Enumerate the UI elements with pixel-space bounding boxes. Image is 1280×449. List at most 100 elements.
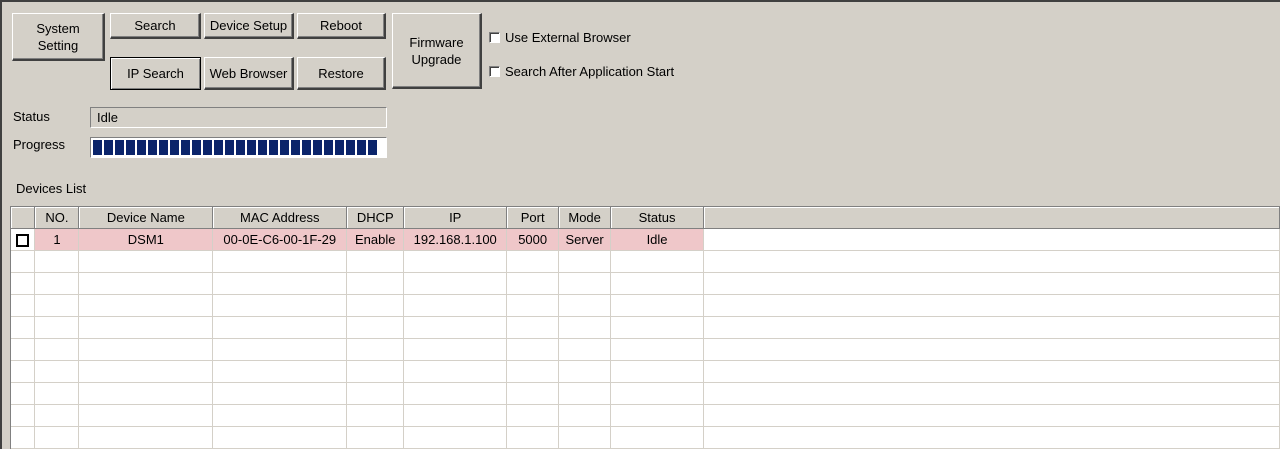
firmware-upgrade-button[interactable]: Firmware Upgrade [392, 13, 482, 89]
col-header-ip[interactable]: IP [403, 207, 508, 229]
search-after-start-checkbox[interactable] [489, 66, 500, 77]
restore-label: Restore [318, 65, 364, 81]
cell-status: Idle [610, 228, 704, 251]
empty-cell [78, 382, 214, 405]
empty-cell [403, 382, 508, 405]
empty-cell [78, 338, 214, 361]
col-header-no[interactable]: NO. [34, 207, 80, 229]
col-header-select[interactable] [11, 207, 36, 229]
system-setting-label: System Setting [36, 20, 80, 53]
progress-segment [302, 140, 311, 155]
empty-cell [346, 316, 405, 339]
progress-segment [368, 140, 377, 155]
empty-cell [403, 294, 508, 317]
empty-cell [34, 294, 80, 317]
ip-search-button[interactable]: IP Search [110, 57, 201, 90]
empty-cell [212, 404, 348, 427]
device-setup-button[interactable]: Device Setup [204, 13, 294, 39]
col-header-mac-address[interactable]: MAC Address [212, 207, 348, 229]
empty-cell [403, 250, 508, 273]
empty-cell [403, 404, 508, 427]
col-header-status[interactable]: Status [610, 207, 704, 229]
empty-cell [34, 250, 80, 273]
col-header-device-name[interactable]: Device Name [78, 207, 214, 229]
web-browser-button[interactable]: Web Browser [204, 57, 294, 90]
devices-table[interactable]: NO. Device Name MAC Address DHCP IP Port… [10, 206, 1280, 449]
empty-cell [78, 360, 214, 383]
empty-cell [34, 404, 80, 427]
empty-row [11, 250, 1280, 273]
empty-cell [610, 294, 704, 317]
row-select-cell[interactable] [11, 228, 36, 251]
empty-cell [34, 382, 80, 405]
empty-cell [11, 404, 36, 427]
empty-cell [506, 294, 560, 317]
empty-cell [558, 382, 612, 405]
empty-cell [403, 338, 508, 361]
empty-cell [34, 272, 80, 295]
progress-segment [214, 140, 223, 155]
col-header-mode[interactable]: Mode [558, 207, 612, 229]
progress-segment [192, 140, 201, 155]
col-header-dhcp[interactable]: DHCP [346, 207, 405, 229]
empty-cell [703, 404, 1280, 427]
progress-segment [137, 140, 146, 155]
progress-segment [148, 140, 157, 155]
empty-cell [703, 360, 1280, 383]
empty-cell [558, 250, 612, 273]
empty-cell [610, 338, 704, 361]
empty-row [11, 316, 1280, 339]
col-header-port[interactable]: Port [506, 207, 560, 229]
use-external-browser-checkbox[interactable] [489, 32, 500, 43]
empty-cell [212, 360, 348, 383]
devices-list-label: Devices List [16, 181, 87, 196]
empty-cell [78, 250, 214, 273]
empty-cell [610, 426, 704, 449]
empty-cell [346, 338, 405, 361]
empty-cell [11, 360, 36, 383]
empty-cell [11, 272, 36, 295]
empty-cell [212, 338, 348, 361]
empty-cell [212, 250, 348, 273]
restore-button[interactable]: Restore [297, 57, 386, 90]
search-after-start-label: Search After Application Start [505, 64, 675, 79]
device-setup-label: Device Setup [209, 18, 288, 33]
empty-cell [346, 404, 405, 427]
empty-cell [558, 360, 612, 383]
row-checkbox[interactable] [16, 234, 30, 248]
empty-cell [558, 404, 612, 427]
empty-cell [346, 426, 405, 449]
empty-cell [610, 360, 704, 383]
system-setting-button[interactable]: System Setting [12, 13, 105, 61]
search-button[interactable]: Search [110, 13, 201, 39]
progress-segment [115, 140, 124, 155]
reboot-button[interactable]: Reboot [297, 13, 386, 39]
progress-label: Progress [13, 137, 66, 152]
search-after-start-option[interactable]: Search After Application Start [489, 64, 674, 79]
empty-cell [506, 382, 560, 405]
empty-cell [212, 426, 348, 449]
table-header: NO. Device Name MAC Address DHCP IP Port… [11, 207, 1280, 229]
progress-segment [313, 140, 322, 155]
empty-cell [703, 338, 1280, 361]
empty-cell [610, 250, 704, 273]
table-row[interactable]: 1 DSM1 00-0E-C6-00-1F-29 Enable 192.168.… [11, 228, 1280, 251]
empty-cell [403, 272, 508, 295]
cell-filler [703, 228, 1280, 251]
empty-cell [78, 404, 214, 427]
empty-cell [212, 316, 348, 339]
progress-segment [126, 140, 135, 155]
empty-cell [506, 404, 560, 427]
reboot-label: Reboot [320, 18, 362, 33]
cell-no: 1 [34, 228, 80, 251]
empty-cell [78, 272, 214, 295]
empty-cell [11, 294, 36, 317]
progress-bar [90, 137, 387, 158]
progress-segment [269, 140, 278, 155]
empty-row [11, 404, 1280, 427]
use-external-browser-option[interactable]: Use External Browser [489, 30, 631, 45]
progress-segment [93, 140, 102, 155]
empty-cell [703, 316, 1280, 339]
empty-row [11, 272, 1280, 295]
empty-cell [34, 426, 80, 449]
